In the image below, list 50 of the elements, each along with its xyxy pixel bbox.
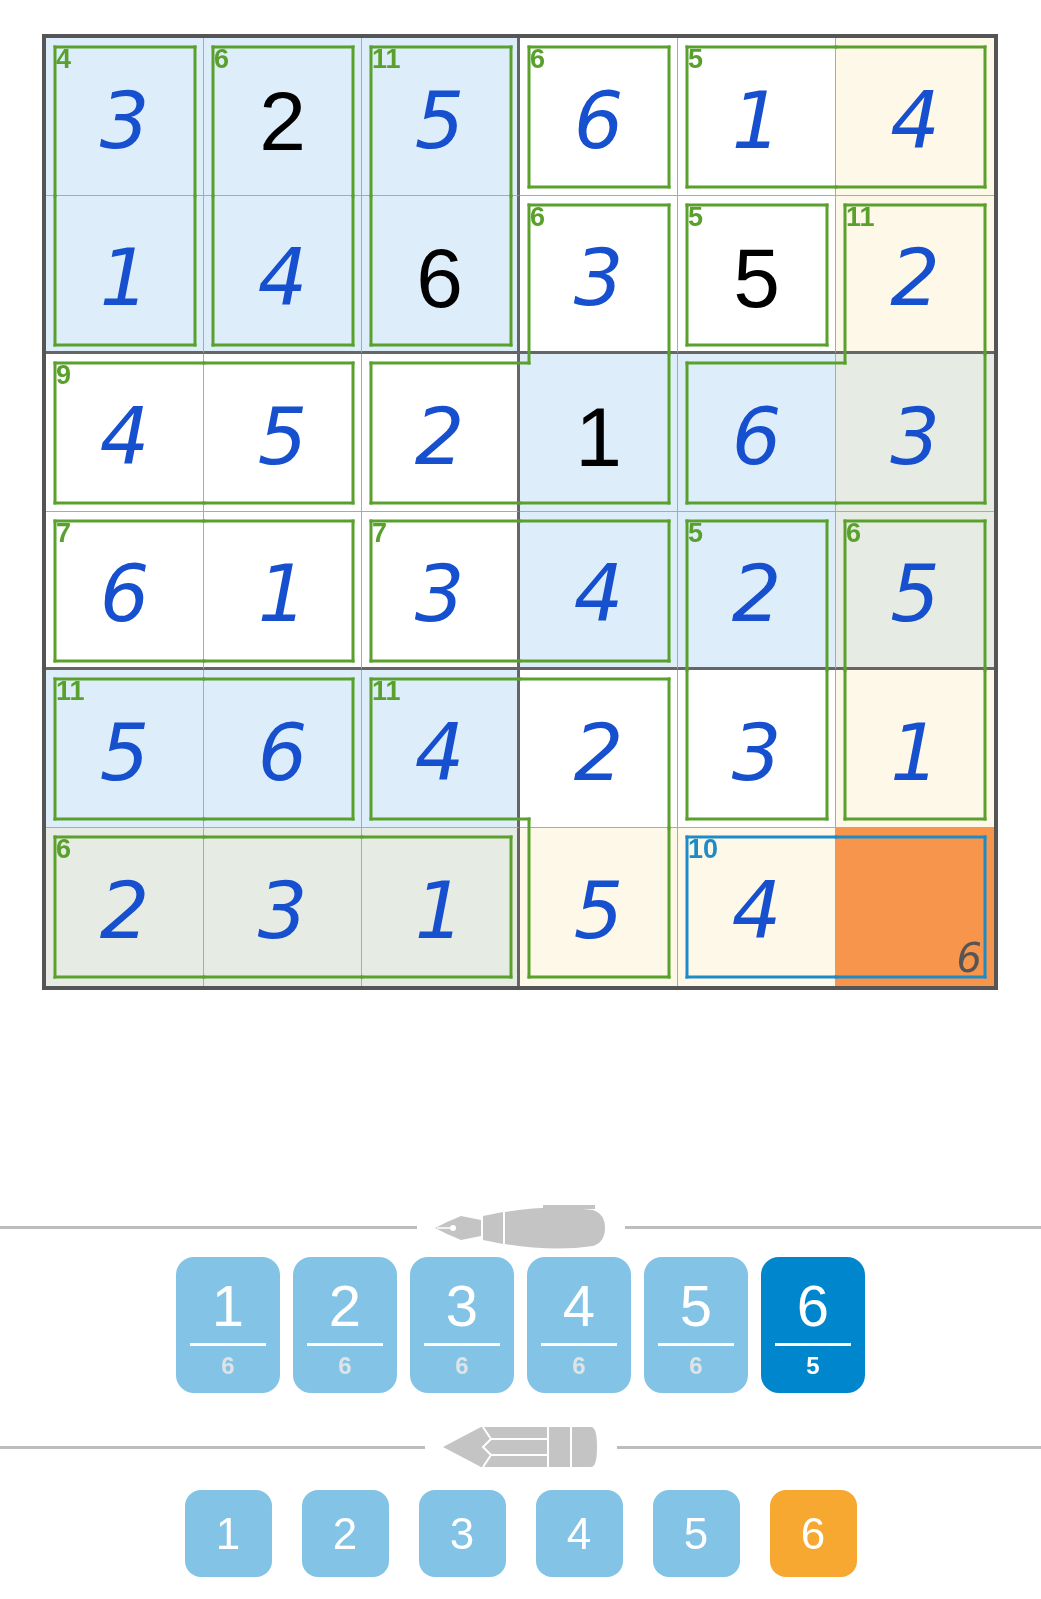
sudoku-cell[interactable]: 1: [362, 828, 520, 986]
remaining-count: 6: [338, 1354, 352, 1378]
key-digit: 2: [328, 1277, 362, 1335]
sudoku-cell[interactable]: 6: [204, 670, 362, 828]
cage-sum: 6: [214, 44, 230, 74]
cage-sum: 9: [56, 360, 72, 390]
remaining-count: 5: [806, 1354, 820, 1378]
sudoku-cell[interactable]: 6: [362, 196, 520, 354]
remaining-count: 6: [572, 1354, 586, 1378]
cage-sum: 11: [372, 44, 401, 74]
cage-sum: 11: [846, 202, 875, 232]
pencil-mark: 6: [956, 938, 982, 978]
cage-sum: 10: [688, 834, 719, 864]
sudoku-cell[interactable]: 5: [204, 354, 362, 512]
digit-key[interactable]: 6 5: [761, 1257, 865, 1393]
sudoku-cell[interactable]: 4: [520, 512, 678, 670]
sudoku-cell[interactable]: 1: [204, 512, 362, 670]
remaining-count: 6: [689, 1354, 703, 1378]
cage-sum: 4: [56, 44, 72, 74]
key-digit: 3: [445, 1277, 479, 1335]
cage-sum: 11: [372, 676, 401, 706]
cage-sum: 5: [688, 518, 704, 548]
sudoku-cell[interactable]: 2: [362, 354, 520, 512]
sudoku-cell[interactable]: 5: [520, 828, 678, 986]
sudoku-cell[interactable]: 1: [520, 354, 678, 512]
cage-sum: 6: [56, 834, 72, 864]
key-digit: 1: [211, 1277, 245, 1335]
sudoku-cell[interactable]: 6: [836, 828, 994, 986]
cage-sum: 6: [530, 202, 546, 232]
sudoku-cell[interactable]: 1: [836, 670, 994, 828]
cage-sum: 5: [688, 202, 704, 232]
sudoku-cell[interactable]: 4: [836, 38, 994, 196]
key-digit: 4: [562, 1277, 596, 1335]
remaining-count: 6: [455, 1354, 469, 1378]
cage-sum: 7: [372, 518, 388, 548]
sudoku-cell[interactable]: 6: [678, 354, 836, 512]
key-digit: 6: [796, 1277, 830, 1335]
cage-sum: 11: [56, 676, 85, 706]
sudoku-cell[interactable]: 2: [520, 670, 678, 828]
sudoku-cell[interactable]: 1: [46, 196, 204, 354]
cage-sum: 7: [56, 518, 72, 548]
cage-sum: 6: [530, 44, 546, 74]
cage-sum: 5: [688, 44, 704, 74]
sudoku-cell[interactable]: 4: [204, 196, 362, 354]
remaining-count: 6: [221, 1354, 235, 1378]
sudoku-cell[interactable]: 3: [836, 354, 994, 512]
sudoku-cell[interactable]: 3: [204, 828, 362, 986]
sudoku-cell[interactable]: 3: [678, 670, 836, 828]
cage-sum: 6: [846, 518, 862, 548]
key-digit: 5: [679, 1277, 713, 1335]
